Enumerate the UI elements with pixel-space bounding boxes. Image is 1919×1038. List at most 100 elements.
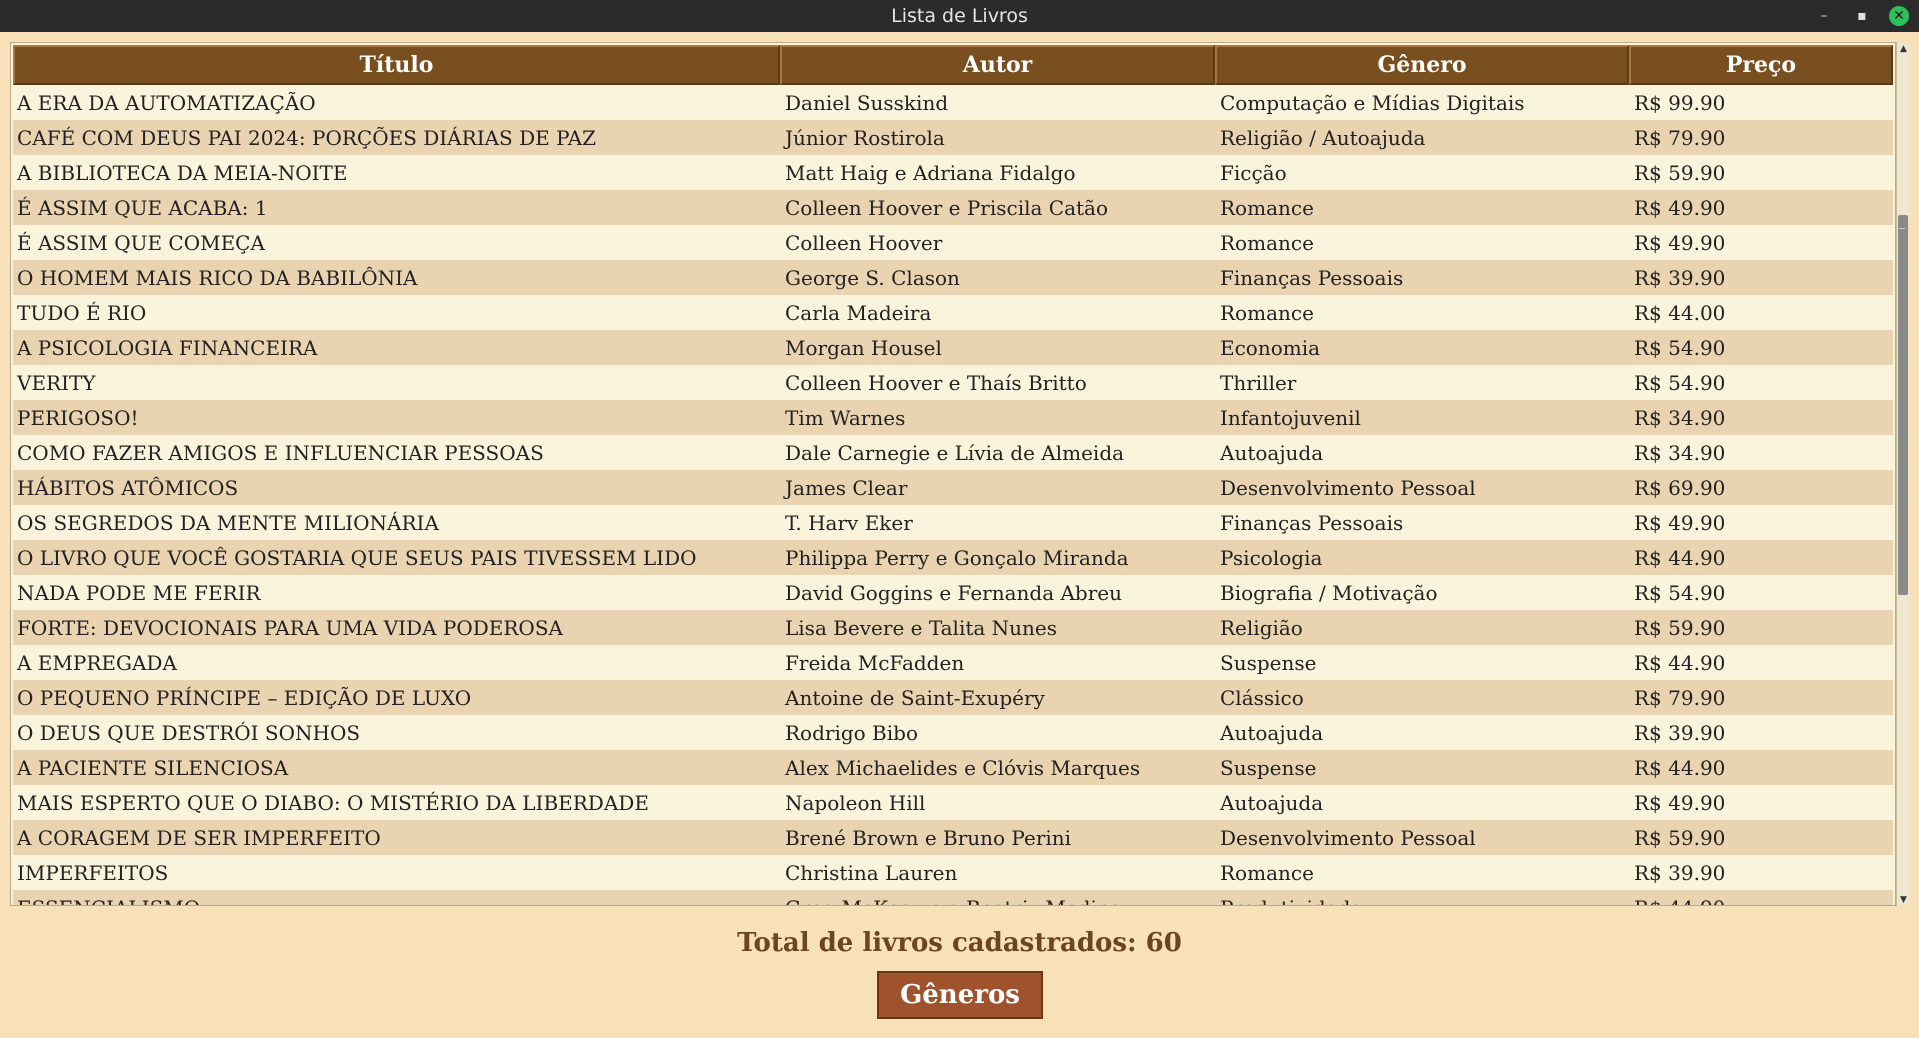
- cell-title: TUDO É RIO: [17, 300, 147, 325]
- cell-price: R$ 49.90: [1634, 195, 1726, 220]
- scroll-up-arrow-icon[interactable]: ▲: [1897, 42, 1910, 55]
- cell-genre: Autoajuda: [1220, 790, 1324, 815]
- table-row[interactable]: NADA PODE ME FERIR David Goggins e Fernan…: [13, 575, 1893, 610]
- cell-genre: Finanças Pessoais: [1220, 510, 1404, 535]
- cell-title: O PEQUENO PRÍNCIPE – EDIÇÃO DE LUXO: [17, 685, 472, 710]
- table-row[interactable]: A PACIENTE SILENCIOSA Alex Michaelides e …: [13, 750, 1893, 785]
- table-row[interactable]: O HOMEM MAIS RICO DA BABILÔNIA George S. …: [13, 260, 1893, 295]
- table-row[interactable]: A BIBLIOTECA DA MEIA-NOITE Matt Haig e Ad…: [13, 155, 1893, 190]
- cell-author: Antoine de Saint-Exupéry: [785, 685, 1045, 710]
- table-row[interactable]: HÁBITOS ATÔMICOS James Clear Desenvolvimen…: [13, 470, 1893, 505]
- table-row[interactable]: CAFÉ COM DEUS PAI 2024: PORÇÕES DIÁRIAS …: [13, 120, 1893, 155]
- cell-price: R$ 49.90: [1634, 230, 1726, 255]
- cell-genre: Religião: [1220, 615, 1303, 640]
- cell-title: A EMPREGADA: [17, 650, 177, 675]
- cell-title: FORTE: DEVOCIONAIS PARA UMA VIDA PODEROS…: [17, 615, 563, 640]
- cell-author: Philippa Perry e Gonçalo Miranda: [785, 545, 1129, 570]
- minimize-icon[interactable]: –: [1813, 5, 1835, 27]
- column-header-title[interactable]: Título: [13, 45, 780, 85]
- table-row[interactable]: FORTE: DEVOCIONAIS PARA UMA VIDA PODEROS…: [13, 610, 1893, 645]
- column-header-author[interactable]: Autor: [780, 45, 1215, 85]
- window-titlebar[interactable]: Lista de Livros – ▪ ✕: [0, 0, 1919, 32]
- table-row[interactable]: IMPERFEITOS Christina Lauren Romance R$ 39.…: [13, 855, 1893, 890]
- cell-price: R$ 54.90: [1634, 370, 1726, 395]
- window-controls: – ▪ ✕: [1813, 0, 1909, 32]
- cell-title: OS SEGREDOS DA MENTE MILIONÁRIA: [17, 510, 439, 535]
- cell-author: Colleen Hoover e Priscila Catão: [785, 195, 1108, 220]
- cell-price: R$ 49.90: [1634, 510, 1726, 535]
- table-row[interactable]: A PSICOLOGIA FINANCEIRA Morgan Housel Econ…: [13, 330, 1893, 365]
- cell-genre: Psicologia: [1220, 545, 1323, 570]
- table-row[interactable]: VERITY Colleen Hoover e Thaís Britto Thril…: [13, 365, 1893, 400]
- cell-genre: Infantojuvenil: [1220, 405, 1361, 430]
- table-row[interactable]: TUDO É RIO Carla Madeira Romance R$ 44.00: [13, 295, 1893, 330]
- table-body: A ERA DA AUTOMATIZAÇÃO Daniel Susskind Com…: [13, 85, 1893, 905]
- table-row[interactable]: A CORAGEM DE SER IMPERFEITO Brené Brown e…: [13, 820, 1893, 855]
- cell-genre: Autoajuda: [1220, 440, 1324, 465]
- cell-genre: Romance: [1220, 860, 1314, 885]
- cell-genre: Thriller: [1220, 370, 1297, 395]
- cell-genre: Romance: [1220, 300, 1314, 325]
- maximize-icon[interactable]: ▪: [1851, 5, 1873, 27]
- cell-price: R$ 59.90: [1634, 825, 1726, 850]
- scrollbar-thumb[interactable]: [1898, 215, 1908, 595]
- cell-price: R$ 44.90: [1634, 650, 1726, 675]
- cell-title: NADA PODE ME FERIR: [17, 580, 261, 605]
- cell-price: R$ 39.90: [1634, 860, 1726, 885]
- cell-author: George S. Clason: [785, 265, 960, 290]
- cell-genre: Finanças Pessoais: [1220, 265, 1404, 290]
- table-row[interactable]: É ASSIM QUE ACABA: 1 Colleen Hoover e Pri…: [13, 190, 1893, 225]
- cell-author: Christina Lauren: [785, 860, 958, 885]
- table-row[interactable]: PERIGOSO! Tim Warnes Infantojuvenil R$ 34.9…: [13, 400, 1893, 435]
- cell-genre: Computação e Mídias Digitais: [1220, 90, 1525, 115]
- cell-title: A ERA DA AUTOMATIZAÇÃO: [17, 90, 316, 115]
- cell-author: James Clear: [785, 475, 908, 500]
- table-row[interactable]: O PEQUENO PRÍNCIPE – EDIÇÃO DE LUXO Antoi…: [13, 680, 1893, 715]
- cell-title: HÁBITOS ATÔMICOS: [17, 475, 239, 500]
- cell-price: R$ 44.90: [1629, 896, 1893, 906]
- cell-author: Freida McFadden: [785, 650, 965, 675]
- cell-genre: Economia: [1220, 335, 1321, 360]
- cell-title: MAIS ESPERTO QUE O DIABO: O MISTÉRIO DA …: [17, 790, 649, 815]
- cell-price: R$ 34.90: [1634, 440, 1726, 465]
- table-row[interactable]: O DEUS QUE DESTRÓI SONHOS Rodrigo Bibo Aut…: [13, 715, 1893, 750]
- cell-price: R$ 69.90: [1634, 475, 1726, 500]
- cell-genre: Ficção: [1220, 160, 1287, 185]
- table-scrollbar[interactable]: ▲ ▼: [1896, 42, 1909, 906]
- cell-author: Brené Brown e Bruno Perini: [785, 825, 1072, 850]
- cell-author: Tim Warnes: [785, 405, 906, 430]
- total-books-label: Total de livros cadastrados: 60: [737, 928, 1182, 958]
- books-table-viewport: Título Autor Gênero Preço A ERA DA AUTOM…: [13, 45, 1893, 905]
- table-row[interactable]: A EMPREGADA Freida McFadden Suspense R$ 44.…: [13, 645, 1893, 680]
- cell-price: R$ 79.90: [1634, 125, 1726, 150]
- cell-genre: Suspense: [1220, 755, 1317, 780]
- cell-price: R$ 44.00: [1634, 300, 1726, 325]
- table-row[interactable]: ESSENCIALISMOGreg McKeown e Beatriz Medi…: [13, 890, 1893, 905]
- column-header-price[interactable]: Preço: [1629, 45, 1893, 85]
- cell-title: A BIBLIOTECA DA MEIA-NOITE: [17, 160, 348, 185]
- cell-price: R$ 99.90: [1634, 90, 1726, 115]
- cell-genre: Autoajuda: [1220, 720, 1324, 745]
- cell-price: R$ 59.90: [1634, 615, 1726, 640]
- table-row[interactable]: COMO FAZER AMIGOS E INFLUENCIAR PESSOAS D…: [13, 435, 1893, 470]
- cell-title: O LIVRO QUE VOCÊ GOSTARIA QUE SEUS PAIS …: [17, 545, 697, 570]
- cell-price: R$ 44.90: [1634, 545, 1726, 570]
- table-row[interactable]: MAIS ESPERTO QUE O DIABO: O MISTÉRIO DA …: [13, 785, 1893, 820]
- cell-title: VERITY: [17, 370, 96, 395]
- cell-price: R$ 44.90: [1634, 755, 1726, 780]
- scroll-down-arrow-icon[interactable]: ▼: [1897, 893, 1910, 906]
- table-row[interactable]: O LIVRO QUE VOCÊ GOSTARIA QUE SEUS PAIS …: [13, 540, 1893, 575]
- cell-price: R$ 54.90: [1634, 580, 1726, 605]
- table-row[interactable]: É ASSIM QUE COMEÇA Colleen Hoover Romance R…: [13, 225, 1893, 260]
- genres-button[interactable]: Gêneros: [877, 971, 1043, 1019]
- close-icon[interactable]: ✕: [1889, 6, 1909, 26]
- cell-title: O DEUS QUE DESTRÓI SONHOS: [17, 720, 361, 745]
- column-header-genre[interactable]: Gênero: [1215, 45, 1629, 85]
- books-table: Título Autor Gênero Preço A ERA DA AUTOM…: [10, 42, 1896, 906]
- cell-genre: Romance: [1220, 195, 1314, 220]
- cell-author: Greg McKeown e Beatriz Medina: [780, 896, 1215, 906]
- cell-title: COMO FAZER AMIGOS E INFLUENCIAR PESSOAS: [17, 440, 544, 465]
- cell-price: R$ 34.90: [1634, 405, 1726, 430]
- table-row[interactable]: OS SEGREDOS DA MENTE MILIONÁRIA T. Harv E…: [13, 505, 1893, 540]
- table-row[interactable]: A ERA DA AUTOMATIZAÇÃO Daniel Susskind Com…: [13, 85, 1893, 120]
